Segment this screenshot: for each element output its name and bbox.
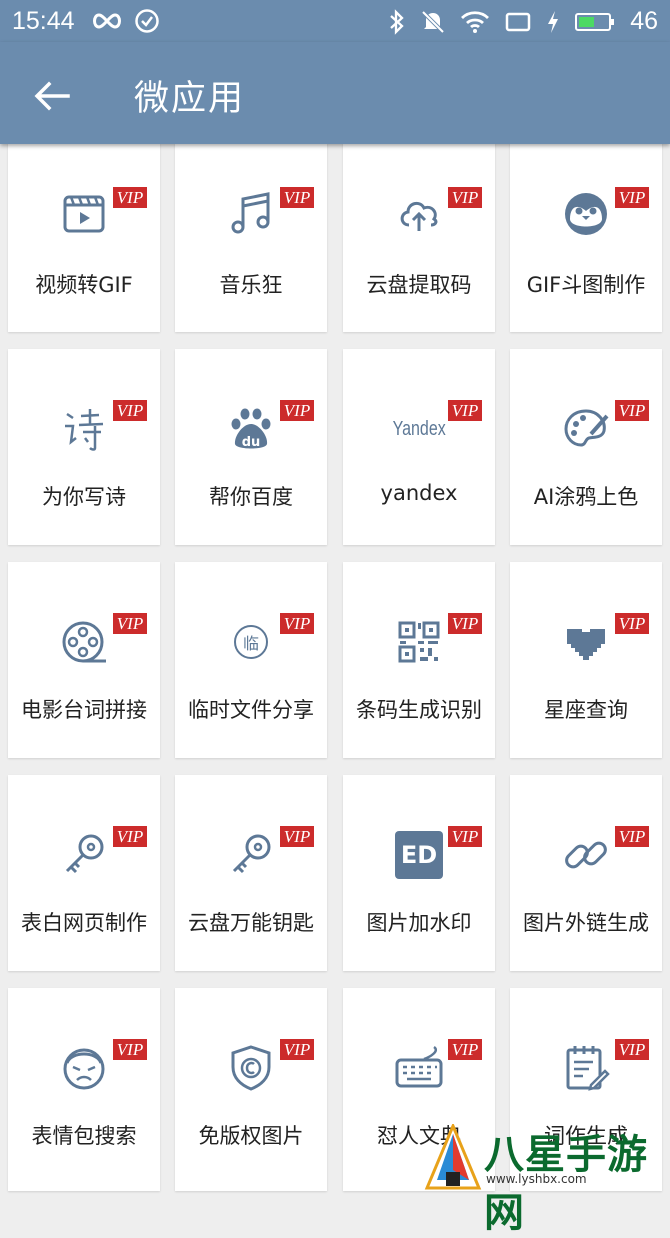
app-grid: VIP 视频转GIF VIP 音乐狂 VIP 云盘提取码 VIP GIF斗图制作…	[0, 0, 670, 1191]
tile-label: GIF斗图制作	[526, 273, 646, 297]
vip-badge: VIP	[615, 826, 649, 847]
svg-text:du: du	[242, 435, 261, 450]
tile-label: 免版权图片	[198, 1124, 304, 1148]
temp-stamp-text: 临	[242, 634, 259, 653]
tile-love-page[interactable]: VIP 表白网页制作	[8, 775, 160, 971]
vip-badge: VIP	[113, 826, 147, 847]
tile-label: 云盘提取码	[366, 273, 472, 297]
tile-horoscope[interactable]: VIP 星座查询	[510, 562, 662, 758]
palette-icon	[556, 399, 616, 459]
back-arrow-icon[interactable]	[30, 74, 74, 118]
vip-badge: VIP	[113, 1039, 147, 1060]
tile-label: 为你写诗	[42, 485, 126, 509]
poem-calligraphy-icon	[54, 399, 114, 459]
vip-badge: VIP	[615, 1039, 649, 1060]
watermark-url: www.lyshbx.com	[486, 1172, 587, 1186]
vip-badge: VIP	[448, 613, 482, 634]
tile-label: AI涂鸦上色	[533, 485, 639, 509]
vip-badge: VIP	[280, 1039, 314, 1060]
site-watermark: 八星手游网 www.lyshbx.com	[422, 1122, 670, 1236]
tile-image-link[interactable]: VIP 图片外链生成	[510, 775, 662, 971]
stamp-print-text: ED	[400, 841, 438, 869]
sad-face-icon	[54, 1038, 114, 1098]
vip-badge: VIP	[280, 187, 314, 208]
watermark-logo-icon	[424, 1124, 482, 1190]
tile-cloud-master-key[interactable]: VIP 云盘万能钥匙	[175, 775, 327, 971]
tile-baidu[interactable]: du VIP 帮你百度	[175, 349, 327, 545]
vip-badge: VIP	[113, 187, 147, 208]
tile-label: 临时文件分享	[188, 698, 314, 722]
penguin-face-icon	[556, 184, 616, 244]
vip-badge: VIP	[280, 826, 314, 847]
tile-yandex[interactable]: Yandex VIP yandex	[343, 349, 495, 545]
tile-label: 条码生成识别	[356, 698, 482, 722]
tile-gif-meme[interactable]: VIP GIF斗图制作	[510, 140, 662, 332]
yandex-logo-icon: Yandex	[381, 399, 457, 459]
tile-label: 电影台词拼接	[21, 698, 147, 722]
vip-badge: VIP	[448, 400, 482, 421]
tile-label: yandex	[380, 481, 458, 505]
vip-badge: VIP	[448, 826, 482, 847]
tile-label: 帮你百度	[209, 485, 293, 509]
tile-watermark[interactable]: ED VIP 图片加水印	[343, 775, 495, 971]
chain-link-icon	[556, 825, 616, 885]
tile-free-images[interactable]: VIP 免版权图片	[175, 988, 327, 1191]
tile-label: 表情包搜索	[31, 1124, 137, 1148]
tile-emoji-search[interactable]: VIP 表情包搜索	[8, 988, 160, 1191]
tile-label: 图片外链生成	[523, 911, 649, 935]
vip-badge: VIP	[280, 613, 314, 634]
tile-label: 表白网页制作	[21, 911, 147, 935]
tile-cloud-code[interactable]: VIP 云盘提取码	[343, 140, 495, 332]
tile-movie-lines[interactable]: VIP 电影台词拼接	[8, 562, 160, 758]
tile-temp-file-share[interactable]: 临 VIP 临时文件分享	[175, 562, 327, 758]
page-title: 微应用	[134, 79, 246, 119]
copyright-shield-icon	[221, 1038, 281, 1098]
pixel-heart-icon	[556, 612, 616, 672]
stamp-print-icon: ED	[389, 825, 449, 885]
vip-badge: VIP	[280, 400, 314, 421]
music-note-icon	[221, 184, 281, 244]
video-clip-icon	[54, 184, 114, 244]
tile-music[interactable]: VIP 音乐狂	[175, 140, 327, 332]
film-reel-icon	[54, 612, 114, 672]
notepad-edit-icon	[556, 1038, 616, 1098]
vip-badge: VIP	[448, 1039, 482, 1060]
tile-video-to-gif[interactable]: VIP 视频转GIF	[8, 140, 160, 332]
keyboard-icon	[389, 1038, 449, 1098]
tile-ai-color[interactable]: VIP AI涂鸦上色	[510, 349, 662, 545]
cloud-upload-icon	[389, 184, 449, 244]
tile-label: 图片加水印	[366, 911, 472, 935]
key-icon	[221, 825, 281, 885]
temp-stamp-icon: 临	[221, 612, 281, 672]
vip-badge: VIP	[113, 400, 147, 421]
qr-code-icon	[389, 612, 449, 672]
tile-label: 视频转GIF	[35, 273, 133, 297]
tile-write-poem[interactable]: VIP 为你写诗	[8, 349, 160, 545]
baidu-paw-icon: du	[221, 399, 281, 459]
key-icon	[54, 825, 114, 885]
yandex-logo-text: Yandex	[392, 417, 446, 440]
vip-badge: VIP	[113, 613, 147, 634]
tile-barcode[interactable]: VIP 条码生成识别	[343, 562, 495, 758]
vip-badge: VIP	[448, 187, 482, 208]
vip-badge: VIP	[615, 400, 649, 421]
tile-label: 星座查询	[544, 698, 628, 722]
tile-label: 云盘万能钥匙	[188, 911, 314, 935]
vip-badge: VIP	[615, 613, 649, 634]
app-bar: 微应用	[0, 42, 670, 144]
vip-badge: VIP	[615, 187, 649, 208]
tile-label: 音乐狂	[219, 273, 283, 297]
